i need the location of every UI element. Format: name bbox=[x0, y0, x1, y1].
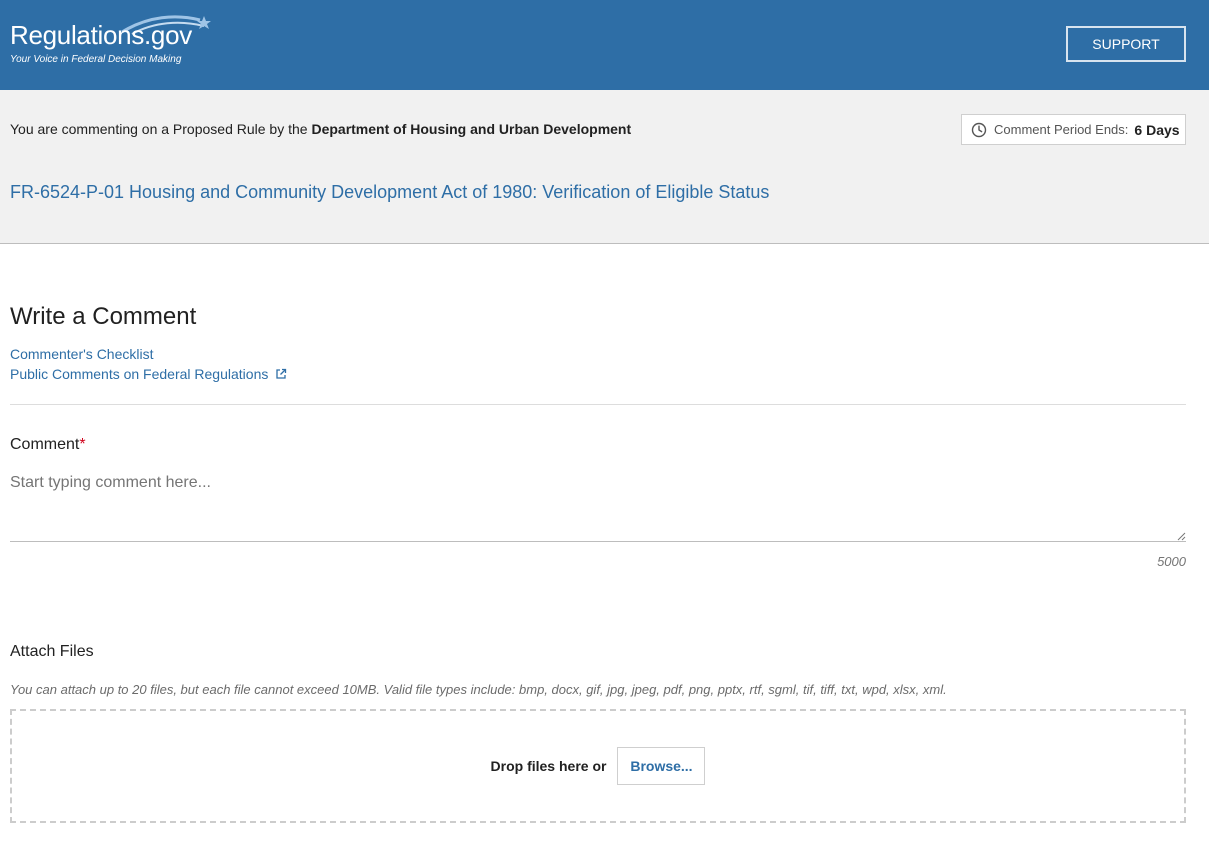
required-marker: * bbox=[79, 436, 86, 453]
logo-tagline: Your Voice in Federal Decision Making bbox=[10, 54, 182, 65]
attach-files-label: Attach Files bbox=[10, 643, 94, 660]
logo-text: Regulations.gov bbox=[10, 20, 192, 50]
comment-period-badge: Comment Period Ends: 6 Days bbox=[961, 114, 1186, 145]
document-context-band: You are commenting on a Proposed Rule by… bbox=[0, 90, 1209, 244]
public-comments-guide-link[interactable]: Public Comments on Federal Regulations bbox=[10, 366, 287, 382]
attach-files-help: You can attach up to 20 files, but each … bbox=[10, 682, 947, 697]
page-title: Write a Comment bbox=[10, 303, 197, 330]
public-comments-guide-label: Public Comments on Federal Regulations bbox=[10, 366, 269, 382]
comment-period-value: 6 Days bbox=[1134, 121, 1180, 138]
character-count: 5000 bbox=[1157, 554, 1186, 569]
commenting-intro: You are commenting on a Proposed Rule by… bbox=[10, 121, 631, 137]
comment-label: Comment* bbox=[10, 436, 86, 454]
clock-icon bbox=[971, 122, 987, 137]
comment-textarea[interactable] bbox=[10, 470, 1186, 542]
drop-files-text: Drop files here or bbox=[490, 758, 607, 774]
agency-name: Department of Housing and Urban Developm… bbox=[311, 121, 632, 137]
section-divider bbox=[10, 404, 1186, 405]
resize-grip-icon[interactable] bbox=[1176, 531, 1186, 541]
intro-prefix: You are commenting on a Proposed Rule by… bbox=[10, 121, 312, 137]
browse-button[interactable]: Browse... bbox=[617, 747, 706, 785]
external-link-icon bbox=[276, 368, 287, 379]
site-logo[interactable]: Regulations.gov Your Voice in Federal De… bbox=[10, 12, 211, 72]
comment-label-text: Comment bbox=[10, 436, 80, 453]
file-drop-zone[interactable]: Drop files here or Browse... bbox=[10, 709, 1186, 823]
commenters-checklist-link[interactable]: Commenter's Checklist bbox=[10, 346, 154, 362]
comment-period-label: Comment Period Ends: bbox=[994, 122, 1129, 137]
document-title-link[interactable]: FR-6524-P-01 Housing and Community Devel… bbox=[10, 182, 769, 203]
site-header: Regulations.gov Your Voice in Federal De… bbox=[0, 0, 1209, 90]
support-button[interactable]: SUPPORT bbox=[1066, 26, 1186, 62]
